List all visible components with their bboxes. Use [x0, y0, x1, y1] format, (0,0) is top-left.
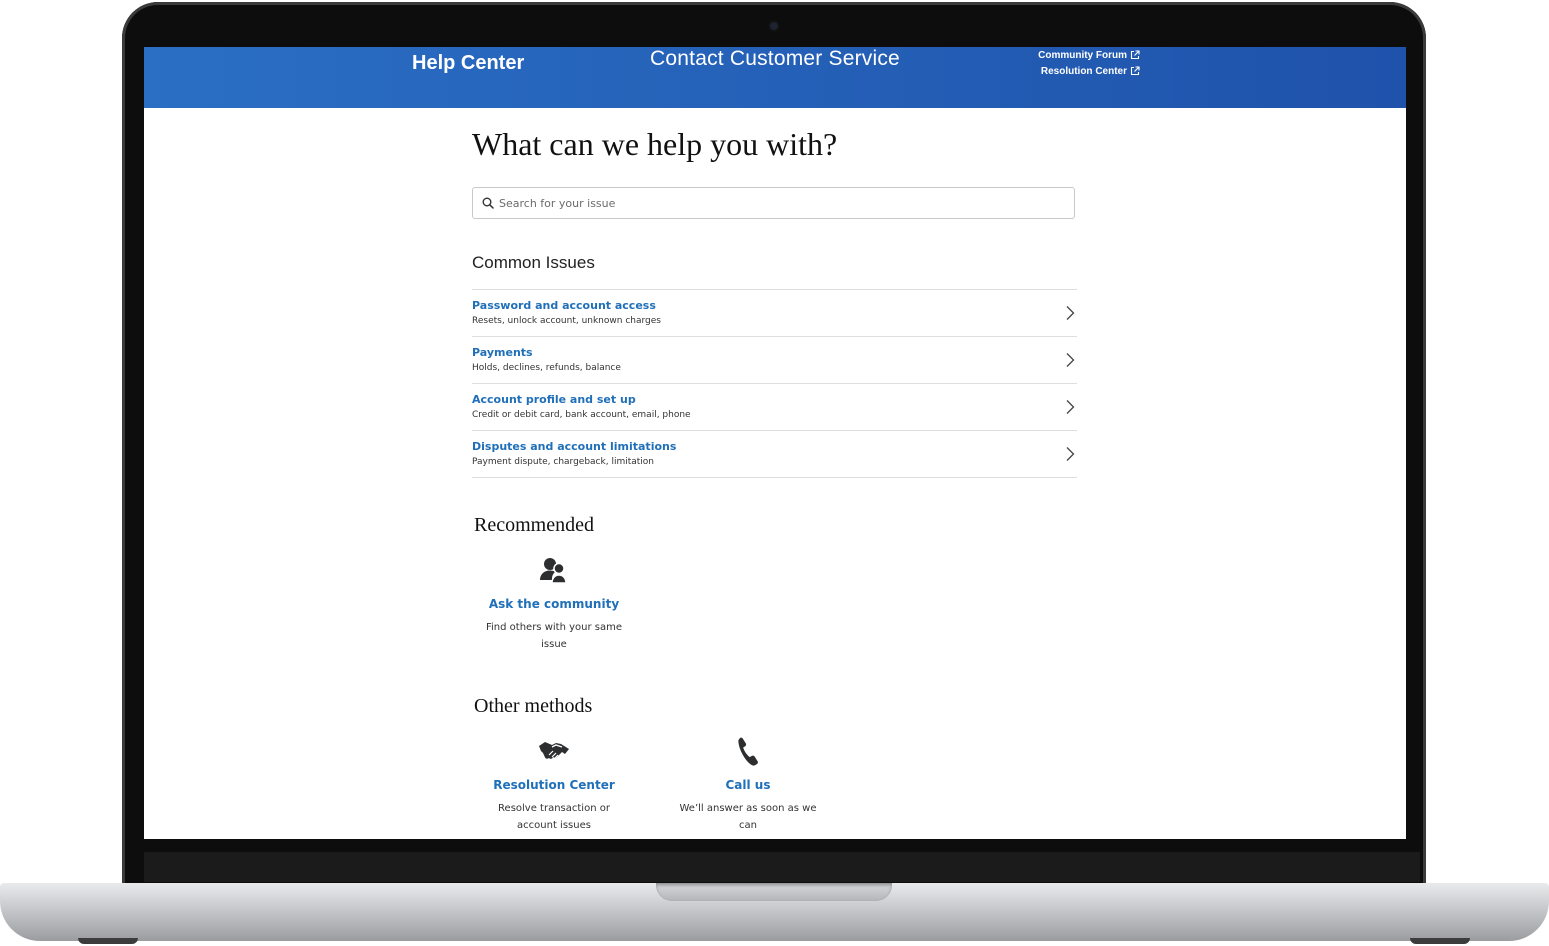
chevron-right-icon	[1066, 306, 1075, 320]
issue-title: Payments	[472, 346, 533, 359]
laptop-notch	[656, 883, 892, 901]
issue-description: Resets, unlock account, unknown charges	[472, 316, 661, 326]
page-header-title: Contact Customer Service	[650, 47, 900, 70]
laptop-foot-right	[1410, 938, 1470, 944]
search-icon	[482, 197, 494, 209]
issue-description: Payment dispute, chargeback, limitation	[472, 457, 654, 467]
page-title: What can we help you with?	[472, 126, 838, 162]
issue-title: Password and account access	[472, 299, 656, 312]
issue-description: Credit or debit card, bank account, emai…	[472, 410, 691, 420]
external-link-icon	[1130, 66, 1140, 76]
community-forum-link[interactable]: Community Forum	[1030, 48, 1140, 64]
handshake-icon	[539, 742, 569, 759]
card-description: We’ll answer as soon as we can	[679, 803, 817, 831]
issue-title: Disputes and account limitations	[472, 440, 677, 453]
card-description: Resolve transaction or account issues	[498, 803, 610, 831]
recommended-heading: Recommended	[474, 514, 594, 536]
chevron-right-icon	[1066, 353, 1075, 367]
card-description: Find others with your same issue	[486, 622, 622, 650]
phone-icon	[738, 737, 758, 766]
search-input[interactable]	[499, 188, 1059, 218]
common-issues-heading: Common Issues	[472, 253, 595, 272]
issue-disputes-limitations[interactable]: Disputes and account limitations Payment…	[472, 431, 1077, 478]
ask-community-card[interactable]: Ask the community Find others with your …	[474, 555, 634, 653]
call-us-card[interactable]: Call us We’ll answer as soon as we can	[668, 736, 828, 834]
header-bar: Help Center Contact Customer Service Com…	[144, 47, 1406, 108]
screen-bezel	[144, 852, 1420, 882]
card-title: Ask the community	[488, 597, 620, 611]
external-link-icon	[1130, 50, 1140, 60]
issue-title: Account profile and set up	[472, 393, 636, 406]
laptop-foot-left	[78, 938, 138, 944]
issue-payments[interactable]: Payments Holds, declines, refunds, balan…	[472, 337, 1077, 384]
resolution-center-card[interactable]: Resolution Center Resolve transaction or…	[474, 736, 634, 834]
other-methods-heading: Other methods	[474, 695, 593, 717]
issue-description: Holds, declines, refunds, balance	[472, 363, 621, 373]
header-links: Community Forum Resolution Center	[1030, 48, 1140, 80]
chevron-right-icon	[1066, 447, 1075, 461]
issue-password-account-access[interactable]: Password and account access Resets, unlo…	[472, 290, 1077, 337]
screen: Help Center Contact Customer Service Com…	[144, 47, 1406, 839]
search-box[interactable]	[472, 187, 1075, 219]
card-title: Call us	[725, 778, 771, 792]
issue-account-profile-setup[interactable]: Account profile and set up Credit or deb…	[472, 384, 1077, 431]
card-title: Resolution Center	[493, 778, 615, 792]
chevron-right-icon	[1066, 400, 1075, 414]
camera-icon	[770, 22, 778, 30]
community-forum-label: Community Forum	[1038, 50, 1127, 61]
resolution-center-link[interactable]: Resolution Center	[1030, 64, 1140, 80]
common-issues-list: Password and account access Resets, unlo…	[472, 289, 1077, 478]
community-icon	[540, 558, 567, 584]
resolution-center-label: Resolution Center	[1040, 66, 1127, 77]
